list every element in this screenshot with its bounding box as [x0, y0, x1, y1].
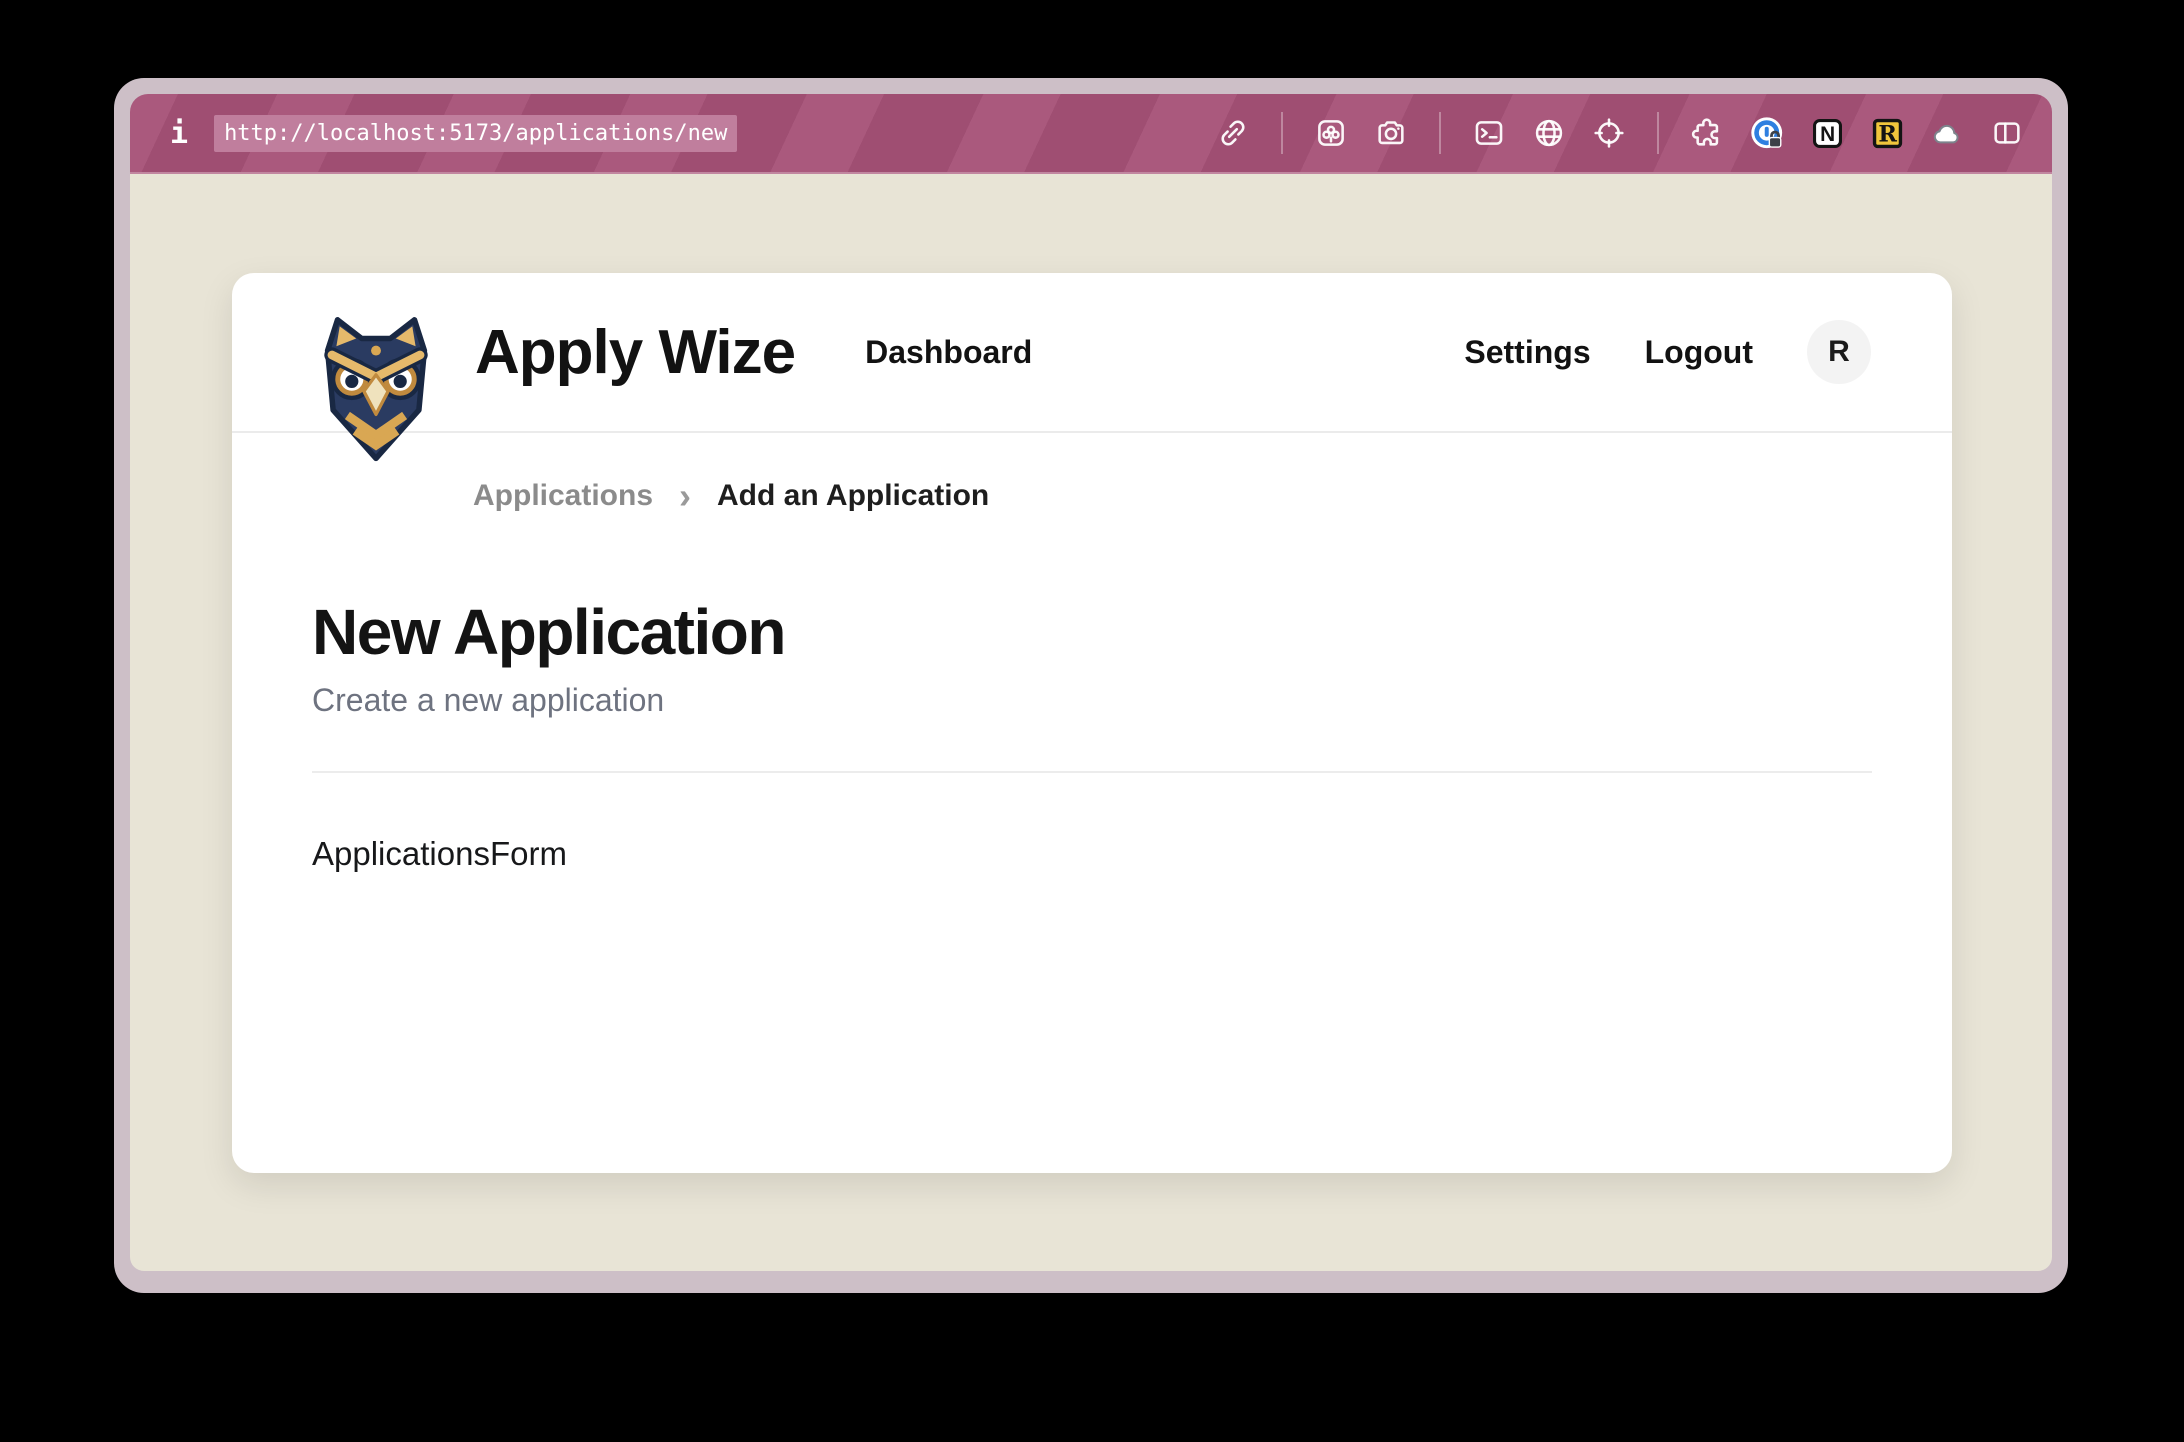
user-avatar[interactable]: R: [1807, 320, 1871, 384]
content-divider: [312, 771, 1872, 773]
extensions-puzzle-icon[interactable]: [1688, 114, 1726, 152]
brand-title[interactable]: Apply Wize: [475, 317, 795, 388]
terminal-icon[interactable]: [1470, 114, 1508, 152]
r-extension-icon[interactable]: R: [1868, 114, 1906, 152]
r-extension-letter: R: [1878, 121, 1897, 147]
browser-window: i http://localhost:5173/applications/new: [114, 78, 2068, 1293]
browser-toolbar: i http://localhost:5173/applications/new: [130, 94, 2052, 174]
page-subtitle: Create a new application: [312, 682, 1872, 719]
onepassword-icon[interactable]: [1748, 114, 1786, 152]
crosshair-icon[interactable]: [1590, 114, 1628, 152]
toolbar-divider: [1439, 112, 1441, 154]
photos-icon[interactable]: [1312, 114, 1350, 152]
info-icon[interactable]: i: [170, 116, 188, 151]
header-actions: Settings Logout R: [1464, 320, 1871, 384]
breadcrumb: Applications › Add an Application: [232, 433, 1952, 513]
page-background: Apply Wize Dashboard Settings Logout R A…: [130, 174, 2052, 1271]
globe-icon[interactable]: [1530, 114, 1568, 152]
nav-dashboard-link[interactable]: Dashboard: [865, 334, 1032, 371]
cloud-icon[interactable]: [1928, 114, 1966, 152]
applications-form-placeholder: ApplicationsForm: [312, 835, 1872, 873]
toolbar-divider: [1657, 112, 1659, 154]
logout-link[interactable]: Logout: [1645, 334, 1753, 371]
app-header: Apply Wize Dashboard Settings Logout R: [232, 273, 1952, 433]
desktop: { "browser": { "info_icon_glyph": "i", "…: [0, 0, 2184, 1442]
camera-icon[interactable]: [1372, 114, 1410, 152]
split-view-icon[interactable]: [1988, 114, 2026, 152]
owl-logo[interactable]: [308, 311, 444, 465]
breadcrumb-current: Add an Application: [717, 479, 989, 513]
notion-icon[interactable]: N: [1808, 114, 1846, 152]
link-icon[interactable]: [1214, 114, 1252, 152]
url-input[interactable]: http://localhost:5173/applications/new: [214, 115, 737, 152]
toolbar-divider: [1281, 112, 1283, 154]
breadcrumb-applications-link[interactable]: Applications: [473, 479, 653, 513]
toolbar-icon-group: N R: [1214, 112, 2026, 154]
notion-letter: N: [1820, 122, 1835, 145]
app-card: Apply Wize Dashboard Settings Logout R A…: [232, 273, 1952, 1173]
settings-link[interactable]: Settings: [1464, 334, 1590, 371]
chevron-right-icon: ›: [679, 481, 691, 511]
main-content: New Application Create a new application…: [232, 599, 1952, 873]
page-title: New Application: [312, 599, 1872, 666]
